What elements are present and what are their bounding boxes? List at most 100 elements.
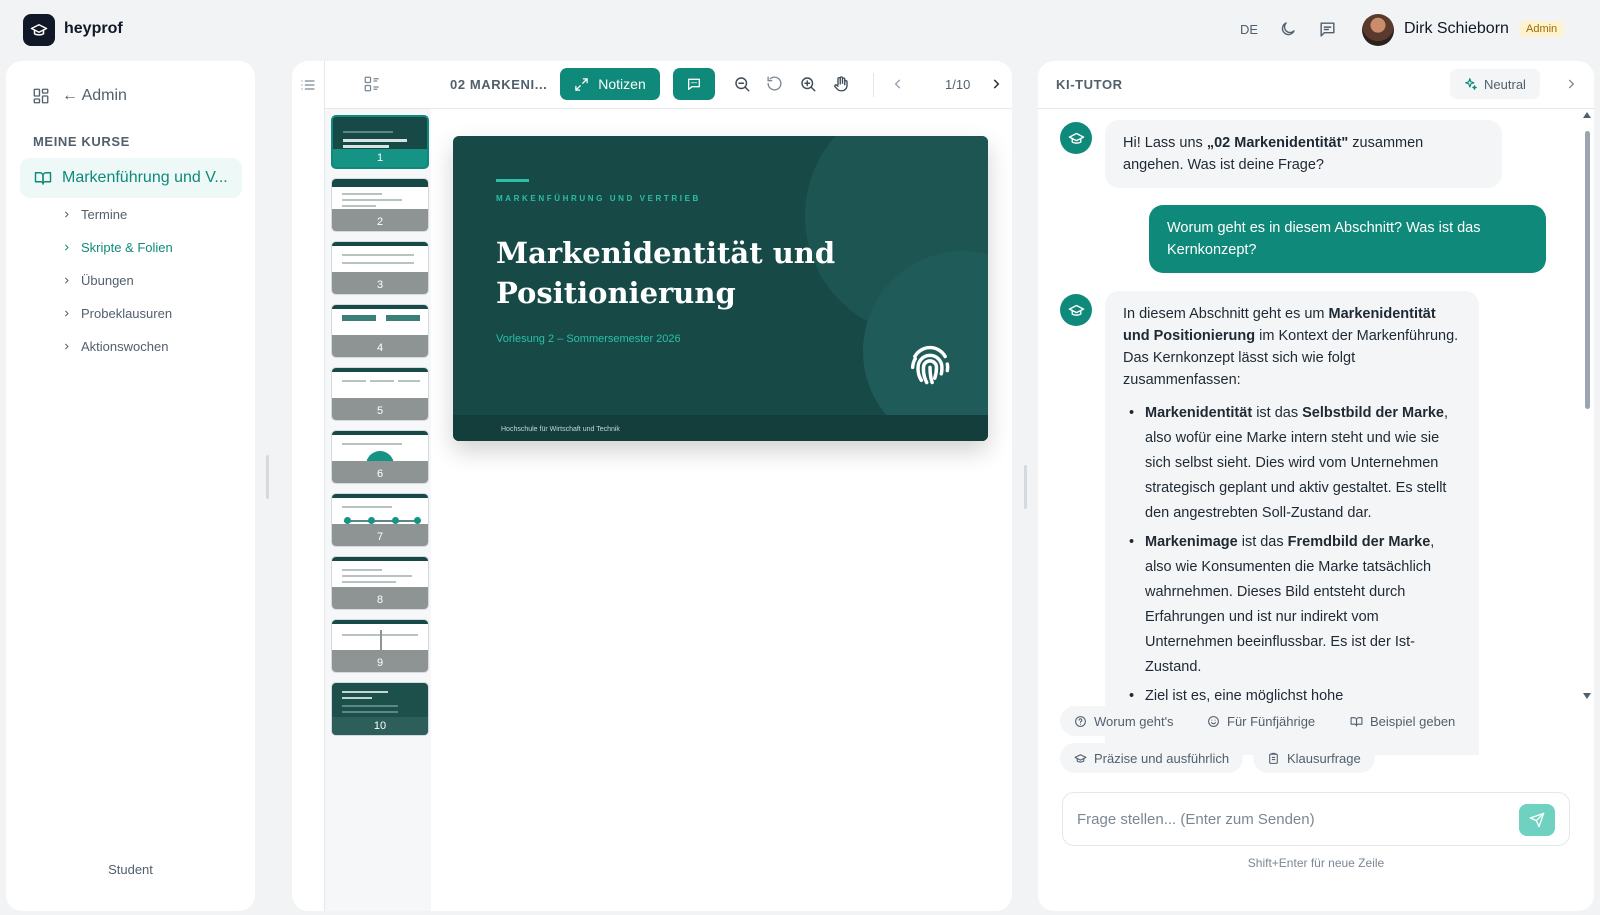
- message-text: In diesem Abschnitt geht es um: [1123, 306, 1329, 322]
- pan-tool-button[interactable]: [832, 75, 850, 93]
- bot-message: In diesem Abschnitt geht es um Markenide…: [1105, 291, 1479, 755]
- document-viewer: 02 MARKENI... Notizen 1/10 1 2 3 4 5 6 7…: [292, 61, 1012, 911]
- messages-button[interactable]: [1318, 20, 1337, 39]
- list-item: Markenimage ist das Fremdbild der Marke,…: [1123, 530, 1461, 680]
- thumbnail-page-7[interactable]: 7: [331, 493, 429, 547]
- zoom-in-button[interactable]: [799, 75, 817, 93]
- dark-mode-toggle[interactable]: [1279, 20, 1297, 38]
- chat-history[interactable]: Hi! Lass uns „02 Markenidentität" zusamm…: [1038, 110, 1594, 755]
- thumbnail-page-6[interactable]: 6: [331, 430, 429, 484]
- app-logo[interactable]: [23, 14, 55, 46]
- sidebar-course-item[interactable]: Markenführung und V...: [20, 158, 242, 198]
- sidebar-item-label: Aktionswochen: [81, 339, 169, 354]
- chip-worum-gehts[interactable]: Worum geht's: [1060, 706, 1188, 736]
- tone-label: Neutral: [1484, 76, 1526, 92]
- outline-toggle[interactable]: [300, 77, 316, 93]
- thumbnail-number: 6: [376, 468, 384, 480]
- thumbnail-number: 1: [376, 152, 384, 164]
- chip-klausurfrage[interactable]: Klausurfrage: [1253, 743, 1375, 773]
- send-icon: [1529, 812, 1545, 828]
- chevron-right-icon: [65, 211, 69, 218]
- thumbnail-page-9[interactable]: 9: [331, 619, 429, 673]
- chip-fuer-fuenfjaehrige[interactable]: Für Fünfjährige: [1193, 706, 1330, 736]
- avatar[interactable]: [1362, 14, 1394, 46]
- sidebar-item-skripte-folien[interactable]: Skripte & Folien: [62, 240, 173, 255]
- user-name[interactable]: Dirk Schieborn: [1404, 20, 1509, 38]
- resize-handle-left[interactable]: [266, 455, 269, 499]
- prev-page-button[interactable]: [891, 77, 905, 91]
- rotate-button[interactable]: [766, 75, 783, 92]
- scrollbar-thumb[interactable]: [1585, 131, 1590, 409]
- thumbnail-page-2[interactable]: 2: [331, 178, 429, 232]
- thumbnail-number: 8: [376, 594, 384, 606]
- thumbnail-number: 2: [376, 216, 384, 228]
- notes-button[interactable]: Notizen: [560, 68, 660, 100]
- document-title: 02 MARKENI...: [450, 77, 548, 92]
- notes-label: Notizen: [598, 76, 646, 92]
- input-hint: Shift+Enter für neue Zeile: [1247, 856, 1385, 870]
- zoom-out-button[interactable]: [733, 75, 751, 93]
- thumbnail-page-1[interactable]: 1: [331, 115, 429, 169]
- message-text: , also wie Konsumenten die Marke tatsäch…: [1145, 534, 1435, 675]
- sidebar: ← Admin MEINE KURSE Markenführung und V.…: [6, 61, 255, 911]
- annotate-button[interactable]: [673, 68, 715, 100]
- thumbnail-page-4[interactable]: 4: [331, 304, 429, 358]
- chip-beispiel-geben[interactable]: Beispiel geben: [1336, 706, 1470, 736]
- chat-scrollbar[interactable]: [1582, 112, 1592, 699]
- sidebar-item-aktionswochen[interactable]: Aktionswochen: [62, 339, 168, 354]
- bot-message: Hi! Lass uns „02 Markenidentität" zusamm…: [1105, 120, 1502, 188]
- tutor-title: KI-TUTOR: [1056, 77, 1123, 92]
- sidebar-item-label: Skripte & Folien: [81, 240, 173, 255]
- next-page-button[interactable]: [989, 77, 1003, 91]
- toolbar-divider: [873, 73, 874, 97]
- scroll-down-icon: [1583, 693, 1591, 699]
- message-square-icon: [1320, 22, 1335, 37]
- language-switch[interactable]: DE: [1240, 22, 1258, 37]
- bot-avatar: [1060, 294, 1092, 326]
- thumbnail-page-8[interactable]: 8: [331, 556, 429, 610]
- role-badge: Admin: [1519, 21, 1565, 37]
- bot-avatar: [1060, 122, 1092, 154]
- sidebar-item-probeklausuren[interactable]: Probeklausuren: [62, 306, 172, 321]
- graduation-cap-icon: [1068, 132, 1084, 144]
- message-text: ist das: [1237, 534, 1288, 550]
- thumbnail-page-5[interactable]: 5: [331, 367, 429, 421]
- question-input[interactable]: [1077, 803, 1497, 835]
- message-bold: „02 Markenidentität": [1206, 135, 1349, 151]
- tone-selector[interactable]: Neutral: [1450, 69, 1540, 99]
- rotate-icon: [767, 76, 782, 91]
- expand-icon: [575, 77, 589, 91]
- message-text: , also wofür eine Marke intern steht und…: [1145, 405, 1448, 521]
- chevron-right-icon: [65, 310, 69, 317]
- chevron-right-icon: [65, 277, 69, 284]
- list-item: Markenidentität ist das Selbstbild der M…: [1123, 401, 1461, 526]
- thumbnail-page-10[interactable]: 10: [331, 682, 429, 736]
- sidebar-item-termine[interactable]: Termine: [62, 207, 127, 222]
- outline-rail: [292, 61, 325, 911]
- message-bold: Markenimage: [1145, 534, 1238, 550]
- course-label: Markenführung und V...: [62, 169, 228, 186]
- thumbnail-number: 4: [376, 342, 384, 354]
- chevron-right-icon: [1568, 79, 1575, 89]
- question-input-box: [1062, 792, 1570, 846]
- thumbnails-toggle[interactable]: [363, 75, 381, 93]
- send-button[interactable]: [1519, 804, 1555, 836]
- thumbnail-page-3[interactable]: 3: [331, 241, 429, 295]
- resize-handle-right[interactable]: [1024, 465, 1027, 509]
- role-label: Student: [108, 862, 153, 877]
- sidebar-item-uebungen[interactable]: Übungen: [62, 273, 134, 288]
- back-to-admin-link[interactable]: ← Admin: [32, 87, 127, 105]
- user-message: Worum geht es in diesem Abschnitt? Was i…: [1149, 205, 1546, 273]
- graduation-cap-icon: [30, 24, 48, 36]
- sidebar-item-label: Übungen: [81, 273, 134, 288]
- answer-list: Markenidentität ist das Selbstbild der M…: [1123, 401, 1461, 709]
- chip-label: Beispiel geben: [1370, 713, 1456, 729]
- slide-footer-text: Hochschule für Wirtschaft und Technik: [501, 426, 620, 433]
- chip-praezise-ausfuehrlich[interactable]: Präzise und ausführlich: [1060, 743, 1244, 773]
- layout-grid-icon: [33, 88, 49, 104]
- help-circle-icon: [1075, 715, 1086, 727]
- collapse-panel-button[interactable]: [1564, 77, 1578, 91]
- chevron-right-icon: [65, 343, 69, 350]
- zoom-in-icon: [801, 77, 816, 92]
- chip-label: Klausurfrage: [1287, 750, 1361, 766]
